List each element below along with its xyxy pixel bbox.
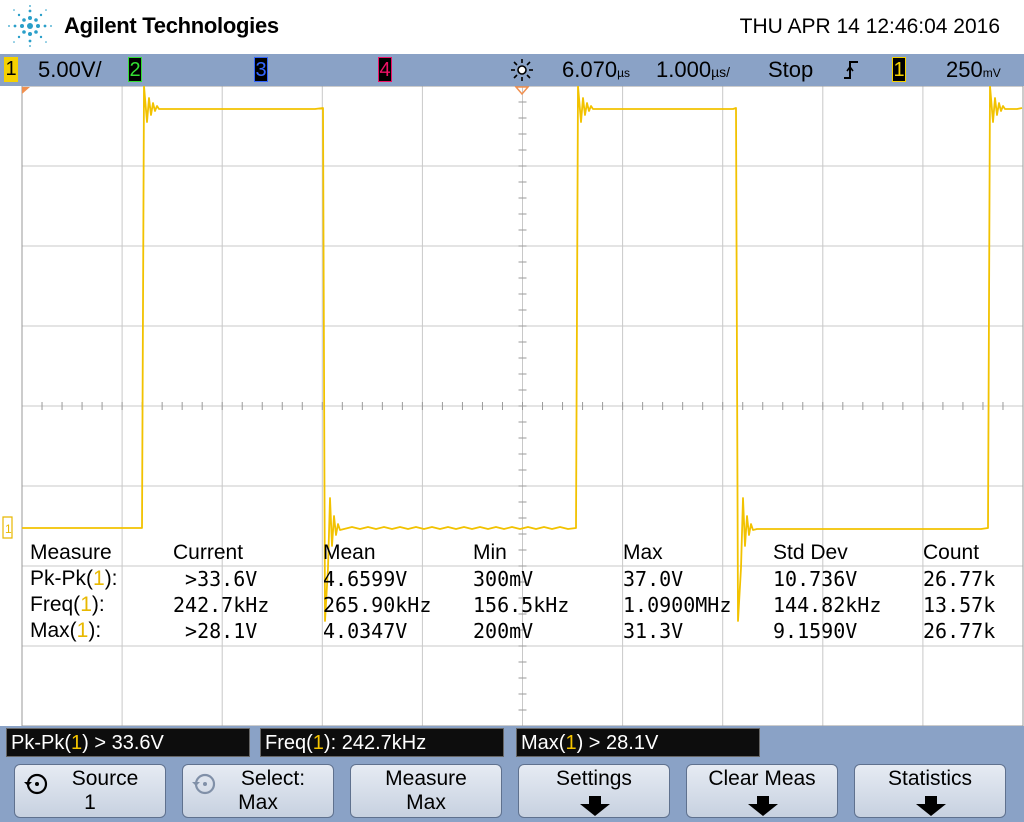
clear-meas-softkey[interactable]: Clear Meas	[686, 764, 838, 818]
readout-value: ) > 33.6V	[82, 732, 164, 754]
header-std-dev: Std Dev	[773, 541, 848, 564]
header: Agilent Technologies THU APR 14 12:46:04…	[0, 0, 1024, 54]
ch4-indicator[interactable]: 4	[378, 57, 392, 82]
settings-softkey[interactable]: Settings	[518, 764, 670, 818]
row-suffix: ):	[104, 567, 118, 590]
time-scale: 1.000	[656, 57, 712, 82]
statistics-softkey[interactable]: Statistics	[854, 764, 1006, 818]
status-bar: 1 5.00V/ 2 3 4 6.070µs 1.000µs/ Stop 1 2…	[0, 54, 1024, 86]
softkey-label: Source	[71, 767, 139, 790]
down-arrow-icon	[580, 796, 610, 816]
row-suffix: ):	[88, 619, 102, 642]
brand-name: Agilent Technologies	[64, 13, 279, 38]
readout-max[interactable]: Max(1) > 28.1V	[516, 728, 760, 757]
row-suffix: ):	[91, 593, 105, 616]
ch3-indicator[interactable]: 3	[254, 57, 268, 82]
readout-label: Max(	[521, 732, 566, 754]
ch1-scale: 5.00V/	[38, 57, 102, 82]
agilent-spark-icon	[8, 5, 52, 47]
scope-display[interactable]: 1 Measure Current Mean Min Max Std Dev C…	[0, 86, 1024, 726]
cell-max: 1.0900MHz	[623, 593, 732, 617]
readout-value: ): 242.7kHz	[323, 732, 427, 754]
source-softkey[interactable]: Source 1	[14, 764, 166, 818]
down-arrow-icon	[916, 796, 946, 816]
trigger-source[interactable]: 1	[892, 57, 906, 82]
measure-softkey[interactable]: Measure Max	[350, 764, 502, 818]
time-position-unit: µs	[617, 66, 630, 80]
softkey-label: Select:	[240, 767, 306, 790]
cell-current: >28.1V	[173, 619, 258, 643]
softkey-value: 1	[84, 791, 96, 814]
cell-max: 37.0V	[623, 567, 684, 591]
softkey-bar: Source 1 Select: Max Measure Max Setting…	[0, 760, 1024, 822]
header-max: Max	[623, 541, 663, 564]
table-row: Pk-Pk(1): >33.6V 4.6599V 300mV 37.0V 10.…	[30, 566, 1020, 592]
select-softkey[interactable]: Select: Max	[182, 764, 334, 818]
cell-mean: 4.0347V	[323, 619, 408, 643]
cell-min: 200mV	[473, 619, 534, 643]
row-channel: 1	[80, 593, 92, 616]
header-mean: Mean	[323, 541, 376, 564]
cell-min: 300mV	[473, 567, 534, 591]
readout-value: ) > 28.1V	[576, 732, 659, 754]
rising-edge-icon	[844, 61, 858, 79]
run-state[interactable]: Stop	[768, 57, 813, 83]
trigger-level-unit: mV	[982, 66, 1001, 80]
readout-label: Freq(	[265, 732, 313, 754]
measurement-statistics-table: Measure Current Mean Min Max Std Dev Cou…	[30, 540, 1020, 644]
readout-channel: 1	[312, 732, 324, 754]
table-row: Freq(1): 242.7kHz 265.90kHz 156.5kHz 1.0…	[30, 592, 1020, 618]
softkey-label: Clear Meas	[708, 767, 816, 790]
softkey-label: Settings	[556, 767, 632, 790]
header-measure: Measure	[30, 541, 112, 564]
readout-pk-pk[interactable]: Pk-Pk(1) > 33.6V	[6, 728, 250, 757]
header-current: Current	[173, 541, 244, 564]
row-channel: 1	[93, 567, 105, 590]
softkey-value: Max	[406, 791, 446, 814]
row-channel: 1	[76, 619, 89, 642]
down-arrow-icon	[748, 796, 778, 816]
time-position: 6.070	[562, 57, 618, 82]
trigger-level: 250	[946, 57, 983, 82]
ch1-ground-label: 1	[5, 522, 12, 536]
softkey-label: Statistics	[887, 767, 973, 790]
row-name: Pk-Pk(	[30, 567, 93, 590]
cell-min: 156.5kHz	[473, 593, 570, 617]
table-row: Max(1): >28.1V 4.0347V 200mV 31.3V 9.159…	[30, 618, 1020, 644]
ch2-indicator[interactable]: 2	[128, 57, 142, 82]
cell-max: 31.3V	[623, 619, 684, 643]
row-name: Freq(	[30, 593, 81, 616]
readout-channel: 1	[565, 732, 577, 754]
cell-current: 242.7kHz	[173, 593, 270, 617]
cell-mean: 4.6599V	[323, 567, 408, 591]
readout-channel: 1	[71, 732, 83, 754]
datetime: THU APR 14 12:46:04 2016	[739, 15, 1000, 38]
cell-std-dev: 9.1590V	[773, 619, 858, 643]
ch1-indicator[interactable]: 1	[4, 57, 18, 82]
cell-std-dev: 144.82kHz	[773, 593, 882, 617]
readout-freq[interactable]: Freq(1): 242.7kHz	[260, 728, 504, 757]
cell-std-dev: 10.736V	[773, 567, 858, 591]
table-header-row: Measure Current Mean Min Max Std Dev Cou…	[30, 540, 1020, 566]
header-count: Count	[923, 541, 980, 564]
softkey-label: Measure	[385, 767, 467, 790]
time-scale-unit: µs/	[711, 64, 731, 80]
readout-label: Pk-Pk(	[11, 732, 71, 754]
cell-mean: 265.90kHz	[323, 593, 432, 617]
row-name: Max(	[30, 619, 77, 642]
cell-count: 13.57k	[923, 593, 996, 617]
softkey-value: Max	[238, 791, 278, 814]
header-min: Min	[473, 541, 507, 564]
measurement-readout-bar: Pk-Pk(1) > 33.6V Freq(1): 242.7kHz Max(1…	[0, 726, 1024, 760]
cell-count: 26.77k	[923, 619, 996, 643]
cell-count: 26.77k	[923, 567, 996, 591]
trigger-sun-icon	[511, 59, 533, 81]
cell-current: >33.6V	[173, 567, 258, 591]
